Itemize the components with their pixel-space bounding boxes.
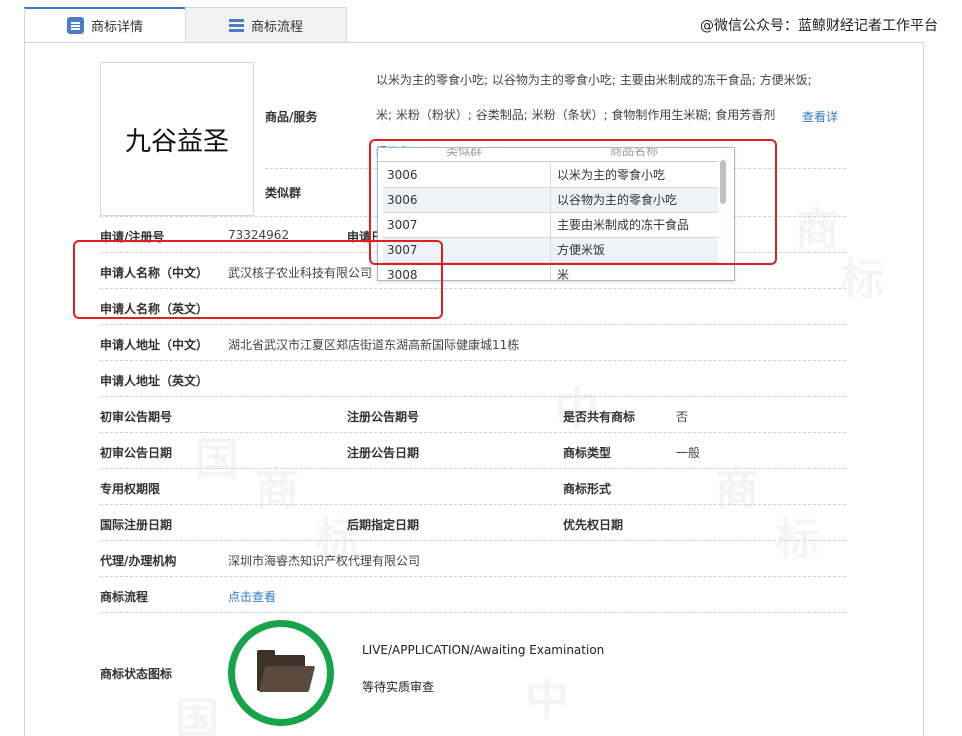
watermark-char: 中 [555,373,599,437]
goods-text-line: 以米为主的零食小吃; 以谷物为主的零食小吃; 主要由米制成的冻干食品; 方便米饭… [376,73,812,87]
address-cn-value: 湖北省武汉市江夏区郑店街道东湖高新国际健康城11栋 [228,338,520,352]
watermark-char: 标 [840,243,884,307]
status-text-en: LIVE/APPLICATION/Awaiting Examination [362,643,605,657]
goods-label: 商品/服务 [265,110,318,124]
prelim-issue-label: 初审公告期号 [100,410,173,424]
watermark-char: 标 [775,503,819,567]
tab-label: 商标详情 [90,20,143,35]
tab-bar: 商标详情 商标流程 [24,7,347,43]
divider [100,504,846,505]
goods-text-line: 米; 米粉（粉状）; 谷类制品; 米粉（条状）; 食物制作用生米糊; 食用芳香剂 [376,108,776,122]
watermark-char: 中 [525,663,569,727]
shared-value: 否 [676,410,689,424]
highlight-box-applicant [73,240,443,319]
later-date-label: 后期指定日期 [347,518,420,532]
agent-value: 深圳市海睿杰知识产权代理有限公司 [228,554,421,568]
divider [100,396,846,397]
exclusive-label: 专用权期限 [100,482,161,496]
divider [100,432,846,433]
watermark-char: 商 [255,453,299,517]
reg-issue-label: 注册公告期号 [347,410,420,424]
process-view-link[interactable]: 点击查看 [228,588,276,605]
divider [100,612,846,613]
intl-date-label: 国际注册日期 [100,518,173,532]
view-details-link[interactable]: 查看详 [802,108,838,125]
reg-date-label: 注册公告日期 [347,446,420,460]
logo-text: 九谷益圣 [124,126,229,157]
status-text-cn: 等待实质审查 [362,680,435,694]
watermark-char: 商 [715,453,759,517]
tab-label: 商标流程 [250,19,303,35]
watermark-char: 商 [795,193,839,257]
address-cn-label: 申请人地址（中文） [100,338,209,352]
divider [100,468,846,469]
divider [100,324,846,325]
divider [100,540,846,541]
trademark-logo: 九谷益圣 [100,62,254,216]
tab-trademark-details[interactable]: 商标详情 [24,7,186,43]
agent-label: 代理/办理机构 [100,554,177,568]
prelim-date-label: 初审公告日期 [100,446,173,460]
process-label: 商标流程 [100,590,149,604]
priority-label: 优先权日期 [563,518,624,532]
list-icon [228,18,244,32]
form-label: 商标形式 [563,482,612,496]
row-name: 米 [557,268,570,281]
type-value: 一般 [676,446,701,460]
shared-label: 是否共有商标 [563,410,636,424]
status-icon-label: 商标状态图标 [100,667,173,681]
watermark-char: 国 [175,683,219,736]
watermark-caption: @微信公众号：蓝鲸财经记者工作平台 [700,18,938,34]
document-icon [66,17,84,34]
status-ring [228,620,334,726]
tab-trademark-process[interactable]: 商标流程 [185,7,347,43]
divider [100,360,846,361]
similar-group-label: 类似群 [265,186,302,200]
folder-icon [257,650,316,692]
type-label: 商标类型 [563,446,612,460]
address-en-label: 申请人地址（英文） [100,374,209,388]
divider [100,576,846,577]
